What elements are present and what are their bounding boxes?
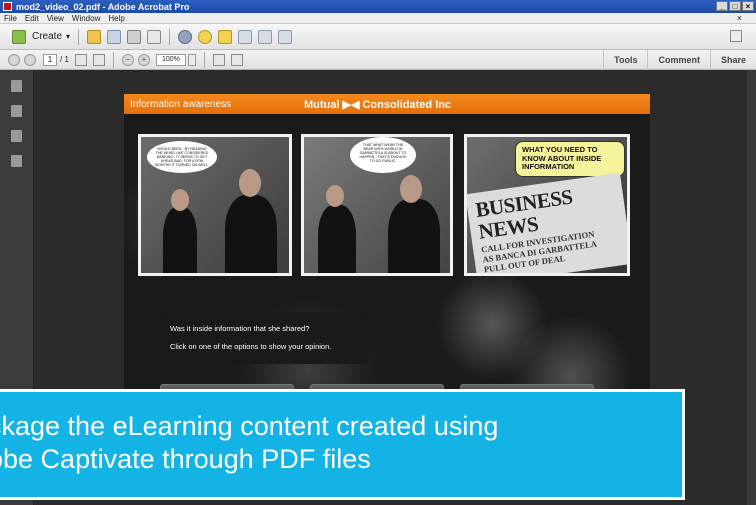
window-title: mod2_video_02.pdf - Adobe Acrobat Pro	[16, 1, 190, 12]
export-icon[interactable]	[258, 29, 273, 44]
man-head	[239, 169, 261, 197]
company-logo-text: Mutual ▶◀ Consolidated Inc	[304, 98, 452, 111]
menu-window[interactable]: Window	[72, 14, 100, 23]
combine-icon[interactable]	[278, 29, 293, 44]
select-tool-icon[interactable]	[74, 53, 87, 66]
document-close-button[interactable]: ×	[737, 13, 742, 23]
close-button[interactable]: ×	[742, 1, 754, 11]
acrobat-window: mod2_video_02.pdf - Adobe Acrobat Pro _ …	[0, 0, 756, 505]
course-section-title: Information awareness	[130, 98, 232, 110]
zoom-level-input[interactable]: 100%	[155, 53, 186, 66]
share-link[interactable]: Share	[709, 50, 756, 70]
inside-information-note: WHAT YOU NEED TO KNOW ABOUT INSIDE INFOR…	[515, 141, 625, 177]
zoom-dropdown[interactable]	[187, 53, 196, 66]
question-text: Was it inside information that she share…	[170, 324, 310, 333]
instruction-text: Click on one of the options to show your…	[170, 342, 332, 351]
main-toolbar: Create ▾	[0, 24, 756, 50]
zoom-in-icon[interactable]: +	[137, 53, 150, 66]
woman-figure	[318, 205, 356, 273]
previous-page-icon[interactable]	[8, 53, 20, 66]
create-label: Create	[32, 31, 63, 42]
toolbar-divider	[203, 51, 205, 68]
sticky-note-icon[interactable]	[218, 29, 233, 44]
email-icon[interactable]	[147, 29, 162, 44]
navigation-toolbar: 1 / 1 − + 100% Tools Comment Share	[0, 50, 756, 70]
toolbar-divider	[169, 28, 171, 45]
comic-panel-1: WOULD BEEN - BY READING THE NEWS LIKE CO…	[138, 134, 292, 276]
title-bar: mod2_video_02.pdf - Adobe Acrobat Pro _ …	[0, 0, 756, 13]
next-page-icon[interactable]	[24, 53, 36, 66]
expand-icon[interactable]	[730, 30, 742, 42]
man-figure	[388, 199, 440, 273]
comment-link[interactable]: Comment	[647, 50, 710, 70]
fit-width-icon[interactable]	[212, 53, 225, 66]
fit-page-icon[interactable]	[230, 53, 243, 66]
acrobat-app-icon	[3, 2, 12, 11]
zoom-out-icon[interactable]: −	[121, 53, 134, 66]
speech-bubble-1: WOULD BEEN - BY READING THE NEWS LIKE CO…	[147, 141, 217, 173]
page-thumbnails-icon[interactable]	[11, 80, 22, 92]
speech-bubble-2: THAT WHAT WEAR THE BEAR WITH WORLD IN GA…	[350, 137, 416, 173]
open-folder-icon[interactable]	[87, 29, 102, 44]
toolbar-divider	[78, 28, 80, 45]
comic-panel-3: WHAT YOU NEED TO KNOW ABOUT INSIDE INFOR…	[464, 134, 630, 276]
comic-panel-2: THAT WHAT WEAR THE BEAR WITH WORLD IN GA…	[301, 134, 453, 276]
menu-view[interactable]: View	[47, 14, 64, 23]
signatures-icon[interactable]	[11, 155, 22, 167]
maximize-button[interactable]: □	[729, 1, 741, 11]
hand-tool-icon[interactable]	[92, 53, 105, 66]
minimize-button[interactable]: _	[716, 1, 728, 11]
create-icon	[12, 29, 26, 44]
print-icon[interactable]	[127, 29, 142, 44]
comment-bubble-icon[interactable]	[198, 29, 213, 44]
bookmarks-icon[interactable]	[11, 105, 22, 117]
create-button[interactable]: Create ▾	[12, 29, 71, 44]
menu-file[interactable]: File	[4, 14, 17, 23]
course-header: Information awareness Mutual ▶◀ Consolid…	[124, 94, 650, 114]
question-box: Was it inside information that she share…	[160, 312, 368, 364]
menu-help[interactable]: Help	[108, 14, 124, 23]
man-figure	[225, 195, 277, 273]
attachments-icon[interactable]	[11, 130, 22, 142]
menu-edit[interactable]: Edit	[25, 14, 39, 23]
document-icon[interactable]	[238, 29, 253, 44]
vertical-scrollbar[interactable]	[747, 70, 756, 505]
chevron-down-icon: ▾	[66, 32, 71, 41]
video-caption-overlay: ckage the eLearning content created usin…	[0, 389, 685, 500]
window-controls: _ □ ×	[716, 1, 754, 11]
page-number-input[interactable]: 1	[43, 53, 57, 66]
woman-head	[171, 189, 189, 211]
man-head	[400, 175, 422, 203]
pane-links: Tools Comment Share	[603, 50, 756, 70]
page-total: / 1	[60, 55, 69, 64]
toolbar-divider	[112, 51, 114, 68]
woman-head	[326, 185, 344, 207]
woman-figure	[163, 207, 197, 273]
caption-line-1: ckage the eLearning content created usin…	[0, 411, 499, 441]
caption-line-2: obe Captivate through PDF files	[0, 444, 371, 474]
pdf-document-page: Information awareness Mutual ▶◀ Consolid…	[124, 94, 650, 414]
tools-link[interactable]: Tools	[603, 50, 647, 70]
settings-icon[interactable]	[178, 29, 193, 44]
business-newspaper: BUSINESS NEWS CALL FOR INVESTIGATION AS …	[467, 172, 627, 273]
save-icon[interactable]	[107, 29, 122, 44]
menu-bar: File Edit View Window Help ×	[0, 13, 756, 24]
